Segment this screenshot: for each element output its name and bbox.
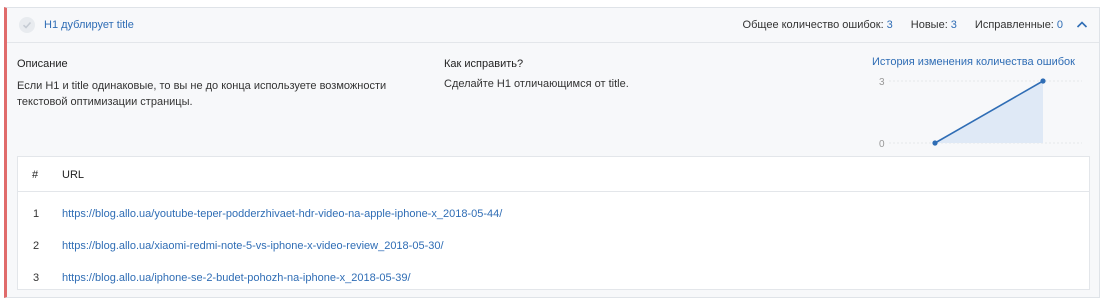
column-header-url: URL [62,169,85,181]
new-errors: Новые: 3 [911,19,957,31]
url-table: # URL 1 https://blog.allo.ua/youtube-tep… [17,156,1090,290]
total-errors: Общее количество ошибок: 3 [743,19,893,31]
fixed-errors: Исправленные: 0 [975,19,1063,31]
table-header: # URL [18,157,1089,192]
row-number: 2 [33,240,40,252]
table-row: 1 https://blog.allo.ua/youtube-teper-pod… [18,199,1089,231]
column-header-number: # [32,169,39,181]
error-title: H1 дублирует title [44,19,134,31]
chart-tick-label: 0 [879,139,885,150]
error-stats: Общее количество ошибок: 3 Новые: 3 Исправ… [725,19,1089,31]
description-heading: Описание [17,58,68,70]
url-link[interactable]: https://blog.allo.ua/xiaomi-redmi-note-5… [62,240,444,252]
row-number: 3 [33,272,40,284]
chevron-up-icon[interactable] [1075,19,1089,31]
total-errors-value: 3 [886,19,893,31]
chart-point [932,140,938,146]
fixed-errors-value: 0 [1056,19,1063,31]
url-link[interactable]: https://blog.allo.ua/iphone-se-2-budet-p… [62,272,411,284]
error-history-chart: 30 [879,77,1082,150]
fixed-errors-label: Исправленные: [974,19,1054,31]
chart-point [1040,78,1046,84]
table-row: 3 https://blog.allo.ua/iphone-se-2-budet… [18,263,1089,295]
check-icon [19,17,35,33]
fix-text: Сделайте H1 отличающимся от title. [444,78,629,90]
panel-header[interactable]: H1 дублирует title Общее количество ошиб… [7,8,1099,43]
table-row: 2 https://blog.allo.ua/xiaomi-redmi-note… [18,231,1089,263]
error-panel: H1 дублирует title Общее количество ошиб… [4,7,1100,298]
row-number: 1 [33,208,40,220]
url-link[interactable]: https://blog.allo.ua/youtube-teper-podde… [62,208,502,220]
new-errors-value: 3 [950,19,957,31]
chart-tick-label: 3 [879,77,885,88]
history-link[interactable]: История изменения количества ошибок [872,56,1075,68]
new-errors-label: Новые: [910,19,948,31]
total-errors-label: Общее количество ошибок: [742,19,884,31]
description-text: Если H1 и title одинаковые, то вы не до … [17,80,387,108]
fix-heading: Как исправить? [444,58,524,70]
